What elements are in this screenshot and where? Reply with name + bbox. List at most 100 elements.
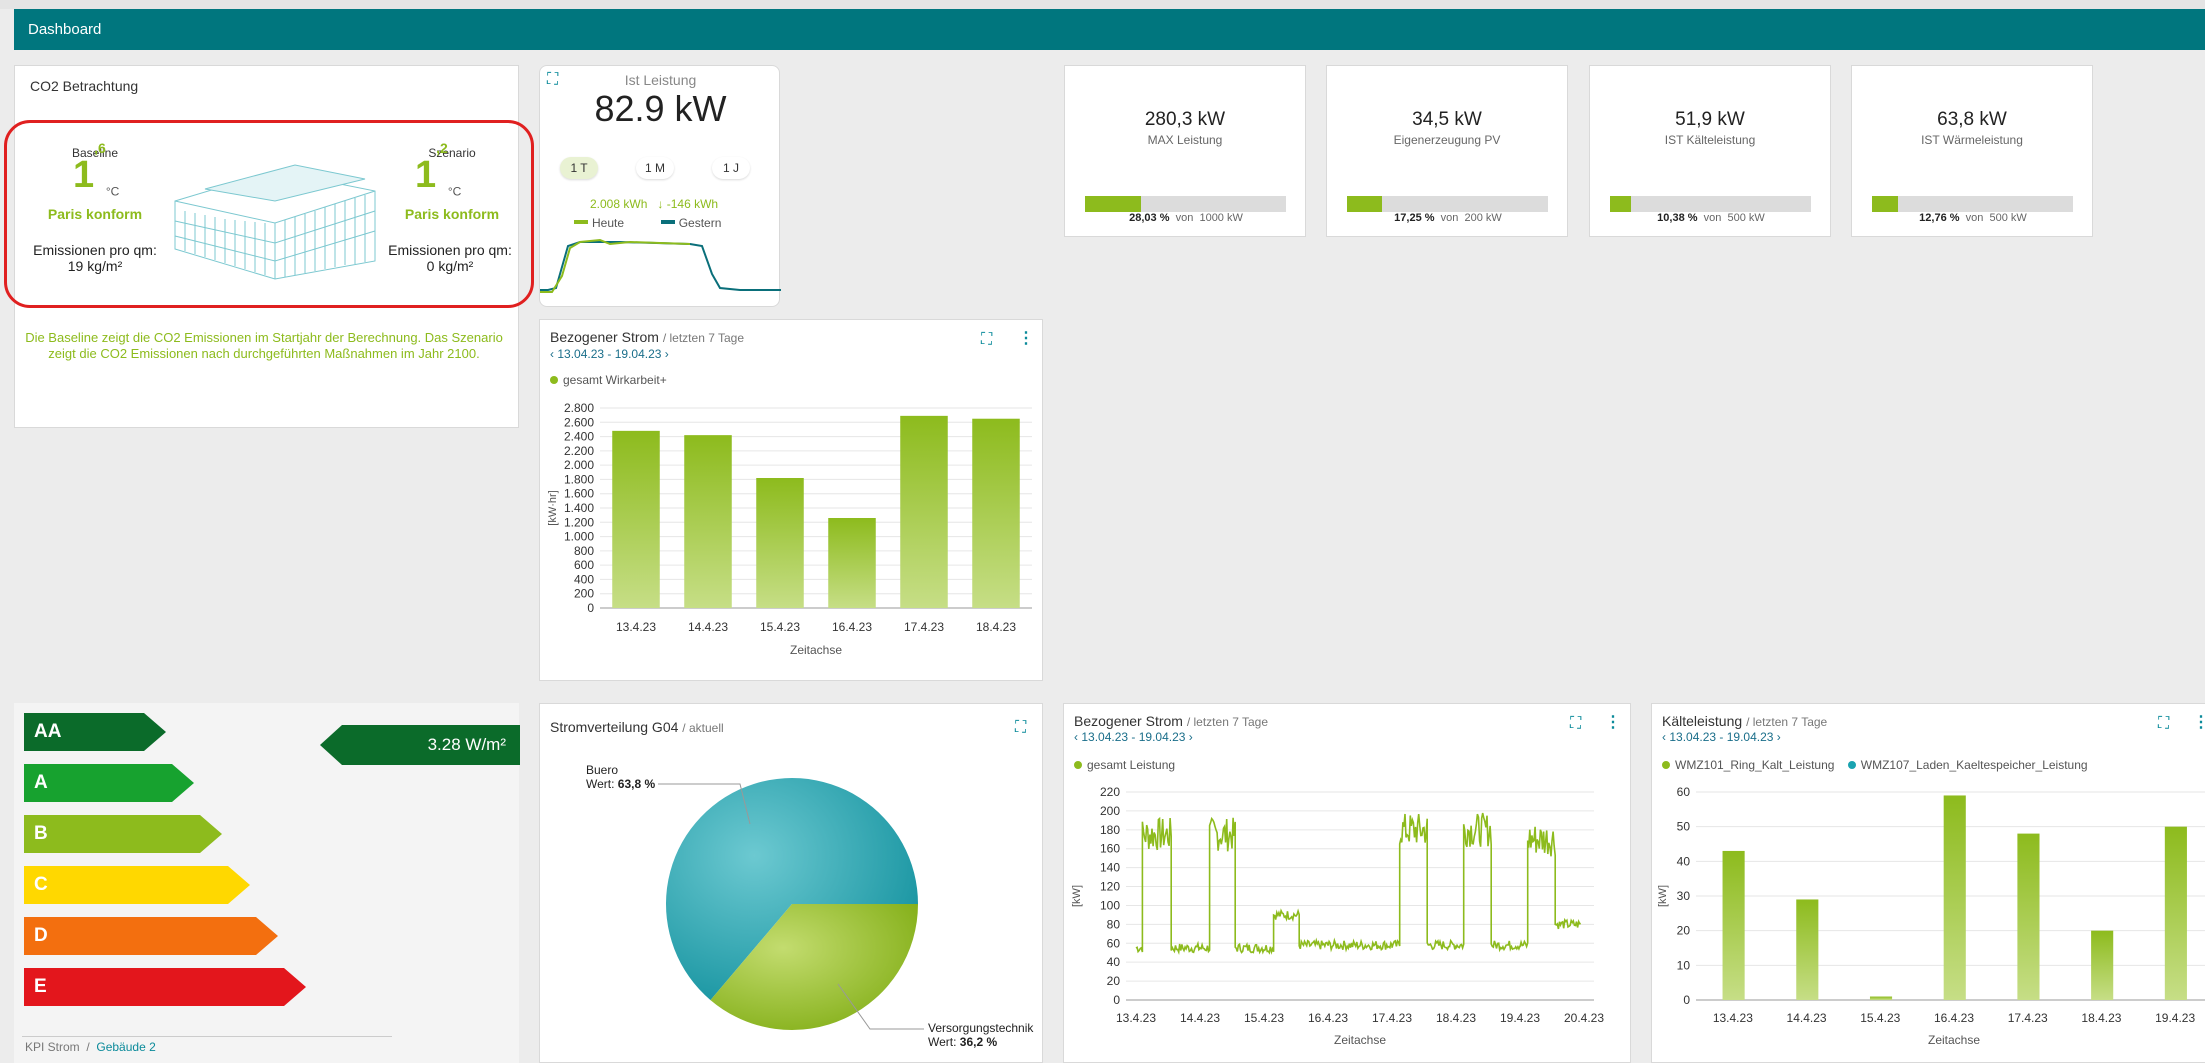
y-tick-label: 20 [1107,974,1121,988]
kpi-percentage: 12,76 % [1919,212,1960,224]
expand-icon[interactable]: ⛶ [2158,716,2169,732]
kpi-progress-fill [1085,196,1142,212]
y-axis-label: [kW] [1657,885,1669,907]
co2-title: CO2 Betrachtung [30,78,139,94]
kpi-of: von [1959,212,1990,224]
legend-dot [550,376,558,384]
kpi-card: 34,5 kW Eigenerzeugung PV 17,25 % von 200 … [1326,65,1568,237]
x-tick-label: 18.4.23 [1436,1011,1476,1025]
y-tick-label: 160 [1100,842,1120,856]
ist-legend: Heute Gestern [574,216,721,230]
line-range-text: 13.04.23 - 19.04.23 [1081,730,1186,744]
kpi-card: 280,3 kW MAX Leistung 28,03 % von 1000 kW [1064,65,1306,237]
bar1-date-range: ‹ 13.04.23 - 19.04.23 › [550,347,669,361]
kaelte-date-range: ‹ 13.04.23 - 19.04.23 › [1662,730,1781,744]
x-tick-label: 14.4.23 [1787,1011,1827,1025]
next-range-icon[interactable]: › [1777,730,1781,744]
ist-title: Ist Leistung [624,72,697,88]
legend-today: Heute [592,216,625,230]
y-tick-label: 50 [1677,820,1691,834]
x-tick-label: 15.4.23 [760,620,800,634]
kpi-label: Eigenerzeugung PV [1393,133,1501,147]
y-tick-label: 800 [574,544,594,558]
y-tick-label: 30 [1677,889,1691,903]
kpi-progress-fill [1872,196,1898,212]
pie-title-suffix: / aktuell [682,721,724,735]
kpi-label: MAX Leistung [1147,133,1223,147]
bar [2017,833,2040,1000]
bezogener-strom-bar-panel: Bezogener Strom / letzten 7 Tage ‹ 13.04… [539,319,1043,681]
y-tick-label: 2.400 [564,430,594,444]
prev-range-icon[interactable]: ‹ [1662,730,1666,744]
expand-icon[interactable]: ⛶ [981,332,992,348]
breadcrumb-item-kpi-strom[interactable]: KPI Strom [25,1040,80,1054]
kaelte-title-suffix: / letzten 7 Tage [1746,715,1828,729]
bar [612,430,660,608]
x-tick-label: 18.4.23 [976,620,1016,634]
line-chart: 0 20 40 60 80 100 120 140 160 180 200 220 [kW] 13.4.2… [1071,785,1604,1047]
ist-sparkline [540,238,781,293]
bar1-title-text: Bezogener Strom [550,329,659,345]
bezogener-strom-line-panel: Bezogener Strom / letzten 7 Tage ‹ 13.04… [1063,703,1631,1063]
kaelte-title-text: Kälteleistung [1662,713,1743,729]
next-range-icon[interactable]: › [665,347,669,361]
range-button-1j[interactable]: 1 J [712,157,750,179]
pie-label-key: Wert: [928,1035,960,1049]
prev-range-icon[interactable]: ‹ [1074,730,1078,744]
kwh-summary: 2.008 kWh ↓ -146 kWh [590,197,718,211]
y-tick-label: 200 [574,587,594,601]
bar [1943,795,1966,1000]
bar [828,518,876,608]
kpi-progress-bar [1347,196,1548,212]
kpi-total: 500 kW [1989,212,2027,224]
more-options-icon[interactable]: ⋮ [1018,331,1034,347]
kpi-of: von [1697,212,1728,224]
bar1-title: Bezogener Strom / letzten 7 Tage [550,329,744,345]
bar1-legend: gesamt Wirkarbeit+ [550,373,667,387]
bar [900,415,948,608]
bar [1796,899,1819,1000]
page-title: Dashboard [28,21,102,38]
bar [1722,850,1745,1000]
y-tick-label: 0 [1683,993,1690,1007]
y-tick-label: 400 [574,572,594,586]
expand-icon[interactable]: ⛶ [1570,716,1581,732]
line-title-suffix: / letzten 7 Tage [1186,715,1269,729]
kaelte-range-text: 13.04.23 - 19.04.23 [1669,730,1774,744]
kpi-value: 34,5 kW [1412,109,1482,130]
y-tick-label: 100 [1100,898,1120,912]
kpi-value: 280,3 kW [1144,109,1226,130]
y-tick-label: 2.200 [564,444,594,458]
kpi-total: 500 kW [1727,212,1765,224]
range-button-1m[interactable]: 1 M [636,157,674,179]
y-tick-label: 40 [1107,955,1121,969]
stromverteilung-panel: Stromverteilung G04 / aktuell ⛶ Buero Wer… [539,703,1043,1063]
more-options-icon[interactable]: ⋮ [2193,715,2205,731]
kaelte-legend-label-1: WMZ101_Ring_Kalt_Leistung [1675,758,1835,772]
y-tick-label: 20 [1677,924,1691,938]
kpi-label: IST Kälteleistung [1664,133,1756,147]
prev-range-icon[interactable]: ‹ [550,347,554,361]
highlight-box [4,120,534,308]
next-range-icon[interactable]: › [1189,730,1193,744]
line-date-range: ‹ 13.04.23 - 19.04.23 › [1074,730,1193,744]
expand-icon[interactable]: ⛶ [1015,720,1026,736]
bar [756,478,804,608]
line-title-text: Bezogener Strom [1074,713,1183,729]
energy-class-d: D [24,917,278,955]
kpi-progress-fill [1347,196,1382,212]
breadcrumb-item-gebaeude[interactable]: Gebäude 2 [96,1040,155,1054]
kpi-total: 1000 kW [1199,212,1243,224]
legend-swatch-today [574,220,588,224]
x-tick-label: 13.4.23 [1116,1011,1156,1025]
bar1-range-text: 13.04.23 - 19.04.23 [557,347,662,361]
x-tick-label: 16.4.23 [1934,1011,1974,1025]
kpi-card: 63,8 kW IST Wärmeleistung 12,76 % von 500 … [1851,65,2093,237]
y-tick-label: 600 [574,558,594,572]
more-options-icon[interactable]: ⋮ [1605,715,1621,731]
y-tick-label: 1.800 [564,472,594,486]
x-tick-label: 20.4.23 [1564,1011,1604,1025]
kpi-value: 51,9 kW [1675,109,1745,130]
range-button-1t[interactable]: 1 T [560,157,598,179]
y-tick-label: 0 [1113,993,1120,1007]
